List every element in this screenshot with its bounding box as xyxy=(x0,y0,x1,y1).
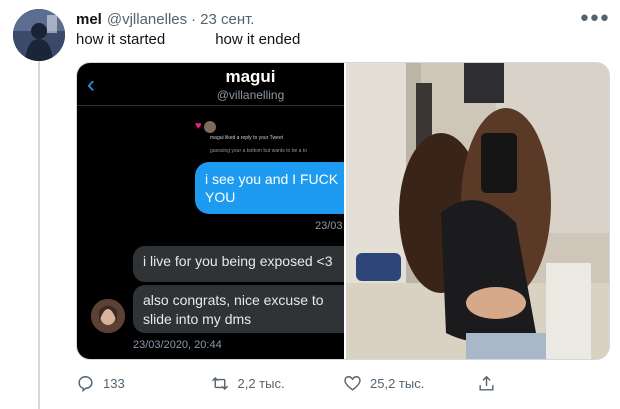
tweet-media[interactable]: ‹ magui @villanelling ♥ magui liked a re… xyxy=(76,62,610,360)
dm-screenshot[interactable]: ‹ magui @villanelling ♥ magui liked a re… xyxy=(77,63,365,359)
reply-count: 133 xyxy=(103,375,125,391)
sent-message-bubble: i see you and I FUCK YOU xyxy=(195,162,365,214)
mirror-photo-image xyxy=(346,63,609,359)
reply-icon xyxy=(78,375,93,392)
author-handle[interactable]: @vjllanelles xyxy=(107,11,187,28)
notification-avatar xyxy=(203,121,216,134)
reply-button[interactable]: 133 xyxy=(76,374,210,393)
dm-notification-subtext: guessing your a bottom but wants to be a… xyxy=(210,148,308,154)
mirror-photo[interactable] xyxy=(346,63,609,359)
dm-contact-name: magui xyxy=(225,67,276,86)
avatar-image xyxy=(13,9,65,61)
like-button[interactable]: 25,2 тыс. xyxy=(343,374,477,393)
heart-icon: ♥ xyxy=(195,120,202,132)
share-button[interactable] xyxy=(477,374,611,393)
retweet-icon xyxy=(211,376,228,390)
tweet-text: how it started how it ended xyxy=(76,31,301,48)
tweet-header: mel @vjllanelles · 23 сент. ●●● xyxy=(76,9,610,29)
dm-sender-avatar xyxy=(91,299,125,333)
received-message-bubble: also congrats, nice excuse to slide into… xyxy=(133,285,353,333)
like-count: 25,2 тыс. xyxy=(370,375,425,391)
received-timestamp: 23/03/2020, 20:44 xyxy=(133,339,222,351)
more-options-icon[interactable]: ●●● xyxy=(580,9,610,26)
thread-line xyxy=(38,60,40,409)
avatar[interactable] xyxy=(13,9,65,61)
author-name[interactable]: mel xyxy=(76,11,102,28)
dm-contact-handle: @villanelling xyxy=(216,88,285,102)
dm-notification: ♥ xyxy=(195,120,216,134)
tweet-date[interactable]: 23 сент. xyxy=(200,11,254,28)
sent-timestamp: 23/03 xyxy=(315,220,343,232)
dm-notification-text: magui liked a reply to your Tweet xyxy=(210,135,284,141)
received-message-bubble: i live for you being exposed <3 xyxy=(133,246,353,282)
heart-outline-icon xyxy=(344,375,361,391)
share-icon xyxy=(478,375,494,391)
tweet-actions: 133 2,2 тыс. 25,2 тыс. xyxy=(76,372,610,394)
dm-sender-avatar-image xyxy=(91,299,125,333)
retweet-button[interactable]: 2,2 тыс. xyxy=(210,374,344,393)
retweet-count: 2,2 тыс. xyxy=(237,375,285,391)
header-separator: · xyxy=(191,10,197,28)
dm-divider xyxy=(77,105,344,106)
